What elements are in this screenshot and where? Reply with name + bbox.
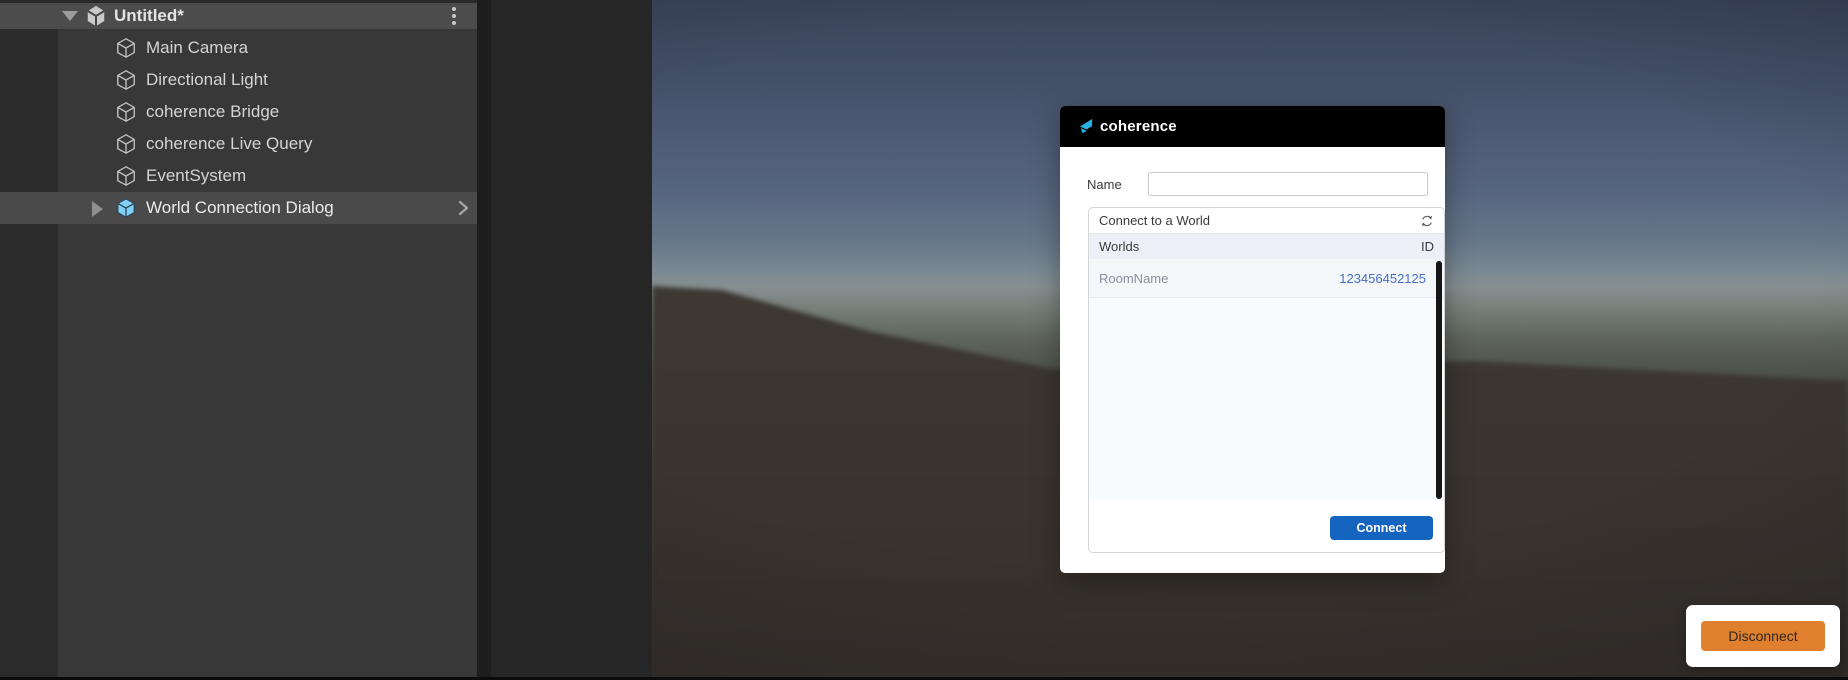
disconnect-button[interactable]: Disconnect — [1701, 621, 1825, 651]
hierarchy-item-label: coherence Bridge — [146, 102, 280, 121]
hierarchy-panel: Untitled* Main Camera Directional Light … — [0, 0, 477, 677]
coherence-logo-icon — [1079, 119, 1093, 134]
coherence-connect-dialog: coherence Name Connect to a World Worlds… — [1060, 106, 1445, 573]
hierarchy-item-world-connection-dialog[interactable]: World Connection Dialog — [0, 192, 477, 224]
worlds-list-header: Worlds ID — [1089, 233, 1444, 259]
hierarchy-item-coherence-live-query[interactable]: coherence Live Query — [0, 128, 477, 160]
name-label: Name — [1087, 176, 1122, 192]
scrollbar[interactable] — [1436, 261, 1442, 499]
panel-footer: Connect — [1089, 500, 1444, 552]
hierarchy-items: Main Camera Directional Light coherence … — [0, 32, 477, 224]
gameobject-cube-icon — [117, 38, 135, 58]
scene-header-row[interactable]: Untitled* — [0, 3, 477, 29]
world-id: 123456452125 — [1339, 270, 1426, 286]
hierarchy-item-coherence-bridge[interactable]: coherence Bridge — [0, 96, 477, 128]
world-list-item[interactable]: RoomName 123456452125 — [1089, 259, 1444, 298]
world-name: RoomName — [1099, 270, 1169, 286]
hierarchy-item-main-camera[interactable]: Main Camera — [0, 32, 477, 64]
foldout-collapsed-icon[interactable] — [92, 201, 103, 217]
name-row: Name — [1087, 172, 1428, 196]
unity-scene-icon — [87, 5, 105, 27]
panel-title-row: Connect to a World — [1089, 208, 1444, 233]
open-prefab-chevron-icon[interactable] — [456, 199, 470, 217]
gameobject-cube-icon — [117, 102, 135, 122]
panel-divider — [477, 0, 491, 677]
brand-name: coherence — [1100, 118, 1177, 135]
connect-button[interactable]: Connect — [1330, 515, 1433, 540]
worlds-column-header: Worlds — [1099, 239, 1140, 254]
connect-world-panel: Connect to a World Worlds ID RoomName 12… — [1088, 207, 1445, 553]
panel-title: Connect to a World — [1099, 213, 1211, 228]
hierarchy-item-label: coherence Live Query — [146, 134, 313, 153]
prefab-cube-icon — [117, 198, 135, 218]
id-column-header: ID — [1421, 239, 1434, 254]
hierarchy-item-eventsystem[interactable]: EventSystem — [0, 160, 477, 192]
name-input[interactable] — [1148, 172, 1428, 196]
worlds-list: RoomName 123456452125 — [1089, 259, 1444, 500]
hierarchy-item-label: World Connection Dialog — [146, 198, 334, 217]
disconnect-overlay-panel: Disconnect — [1686, 605, 1840, 667]
scene-title: Untitled* — [114, 6, 184, 25]
unity-editor-window: Untitled* Main Camera Directional Light … — [0, 0, 1848, 680]
hierarchy-item-directional-light[interactable]: Directional Light — [0, 64, 477, 96]
hierarchy-item-label: Directional Light — [146, 70, 268, 89]
gameobject-cube-icon — [117, 134, 135, 154]
kebab-menu-icon[interactable] — [452, 7, 456, 25]
hierarchy-item-label: Main Camera — [146, 38, 249, 57]
scene-foldout-expanded-icon[interactable] — [62, 11, 78, 21]
gameobject-cube-icon — [117, 166, 135, 186]
refresh-icon[interactable] — [1420, 214, 1434, 228]
gameobject-cube-icon — [117, 70, 135, 90]
dialog-header: coherence — [1060, 106, 1445, 147]
hierarchy-item-label: EventSystem — [146, 166, 247, 185]
